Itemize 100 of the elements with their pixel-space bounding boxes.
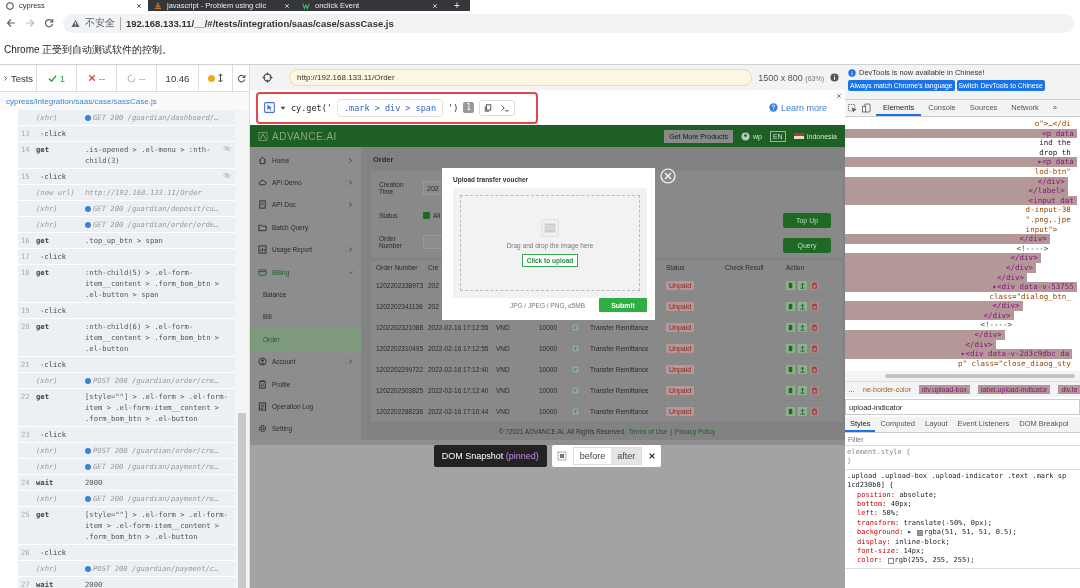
close-circle-icon[interactable] bbox=[660, 168, 676, 184]
highlight-toggle-icon[interactable] bbox=[556, 451, 567, 461]
reload-icon[interactable] bbox=[44, 18, 54, 28]
scrollbar-thumb[interactable] bbox=[885, 374, 1075, 378]
trash-icon[interactable] bbox=[810, 385, 819, 395]
trash-icon[interactable] bbox=[810, 280, 819, 290]
command-suffix: ') bbox=[448, 102, 459, 113]
logo-icon bbox=[302, 1, 310, 10]
automation-notice: Chrome 正受到自动测试软件的控制。 bbox=[4, 42, 173, 57]
trash-icon[interactable] bbox=[810, 322, 819, 332]
chevron-down-icon bbox=[348, 269, 353, 275]
cross-icon bbox=[87, 74, 96, 82]
color-swatch[interactable] bbox=[887, 558, 894, 565]
pointer-select-icon[interactable] bbox=[264, 102, 275, 113]
folder-icon bbox=[258, 222, 267, 232]
cloud-icon bbox=[258, 178, 267, 188]
document-icon[interactable] bbox=[786, 364, 795, 374]
request-dot bbox=[85, 447, 91, 454]
receipt-icon bbox=[572, 386, 579, 394]
house-icon bbox=[258, 155, 267, 165]
address-bar[interactable]: 不安全 192.168.133.11/__/#/tests/integration/saas/case/sassCase.js bbox=[63, 13, 1074, 33]
scrollbar-thumb[interactable] bbox=[238, 413, 246, 588]
request-dot bbox=[85, 114, 91, 121]
upload-icon[interactable] bbox=[798, 301, 807, 311]
check-icon bbox=[47, 73, 57, 83]
receipt-icon bbox=[572, 407, 579, 415]
upload-icon[interactable] bbox=[798, 385, 807, 395]
chevron-right-icon bbox=[348, 247, 353, 253]
eye-slash-icon bbox=[222, 144, 232, 153]
info-icon bbox=[830, 73, 839, 82]
stack-icon bbox=[154, 1, 162, 10]
request-dot bbox=[85, 377, 91, 384]
document-icon bbox=[258, 200, 267, 210]
selector-input[interactable]: .mark > div > span bbox=[336, 98, 444, 117]
snapshot-state-tab[interactable]: after bbox=[611, 448, 642, 464]
preview-url-field[interactable]: http://192.168.133.11/Order bbox=[289, 69, 753, 86]
document-icon[interactable] bbox=[786, 322, 795, 332]
card-icon bbox=[258, 267, 267, 277]
chevron-left-icon bbox=[2, 75, 8, 81]
device-icon[interactable] bbox=[862, 103, 871, 113]
terminal-icon[interactable] bbox=[500, 103, 511, 112]
copy-icon[interactable] bbox=[484, 103, 493, 112]
passed-count: 1 bbox=[37, 65, 77, 91]
document-icon[interactable] bbox=[786, 406, 795, 416]
security-label: 不安全 bbox=[85, 16, 121, 30]
command-prefix: cy.get(' bbox=[291, 102, 332, 113]
resize-arrows-icon[interactable] bbox=[218, 73, 223, 83]
receipt-icon bbox=[572, 365, 579, 373]
chevron-right-icon bbox=[348, 359, 353, 365]
user-icon bbox=[258, 357, 267, 367]
info-icon bbox=[848, 68, 856, 77]
request-dot bbox=[85, 205, 91, 212]
learn-more-link[interactable]: Learn more bbox=[768, 102, 827, 113]
triangle-logo-icon bbox=[258, 131, 268, 141]
failed-count: -- bbox=[77, 65, 117, 91]
document-icon[interactable] bbox=[786, 301, 795, 311]
reload-icon[interactable] bbox=[236, 73, 246, 83]
inspect-icon[interactable] bbox=[848, 103, 857, 113]
snapshot-label: DOM Snapshot (pinned) bbox=[433, 445, 547, 467]
request-dot bbox=[85, 221, 91, 228]
status-dot bbox=[208, 74, 215, 82]
chevron-right-icon bbox=[348, 157, 353, 163]
trash-icon[interactable] bbox=[810, 343, 819, 353]
document-icon[interactable] bbox=[786, 385, 795, 395]
forward-icon[interactable] bbox=[25, 18, 35, 28]
tests-button[interactable]: Tests bbox=[0, 65, 37, 91]
receipt-icon bbox=[572, 344, 579, 352]
upload-icon[interactable] bbox=[798, 343, 807, 353]
new-tab-button[interactable]: + bbox=[444, 0, 470, 11]
trash-icon[interactable] bbox=[810, 406, 819, 416]
request-dot bbox=[85, 495, 91, 502]
close-icon[interactable] bbox=[648, 452, 657, 460]
avatar-icon bbox=[740, 131, 750, 141]
help-icon bbox=[768, 103, 778, 112]
back-icon[interactable] bbox=[6, 18, 16, 28]
document-icon[interactable] bbox=[786, 343, 795, 353]
color-swatch[interactable] bbox=[917, 529, 923, 536]
trash-icon[interactable] bbox=[810, 301, 819, 311]
document-icon[interactable] bbox=[786, 280, 795, 290]
receipt-icon bbox=[572, 323, 579, 331]
chevron-right-icon bbox=[348, 202, 353, 208]
chevron-right-icon bbox=[348, 180, 353, 186]
crosshair-icon[interactable] bbox=[262, 72, 273, 83]
trash-icon[interactable] bbox=[810, 364, 819, 374]
warning-icon bbox=[71, 18, 80, 28]
match-count: 1 bbox=[463, 102, 475, 113]
close-icon[interactable] bbox=[136, 2, 142, 9]
chart-icon bbox=[258, 245, 267, 255]
clipboard-icon bbox=[258, 379, 267, 389]
upload-icon[interactable] bbox=[798, 364, 807, 374]
upload-icon[interactable] bbox=[798, 406, 807, 416]
request-dot bbox=[85, 463, 91, 470]
request-dot bbox=[85, 565, 91, 572]
upload-icon[interactable] bbox=[798, 280, 807, 290]
duration-text: 10.46 bbox=[157, 65, 199, 91]
list-icon bbox=[258, 402, 267, 411]
eye-slash-icon bbox=[222, 171, 232, 180]
upload-icon[interactable] bbox=[798, 322, 807, 332]
cypress-logo-icon bbox=[6, 1, 14, 10]
caret-icon bbox=[280, 104, 286, 111]
